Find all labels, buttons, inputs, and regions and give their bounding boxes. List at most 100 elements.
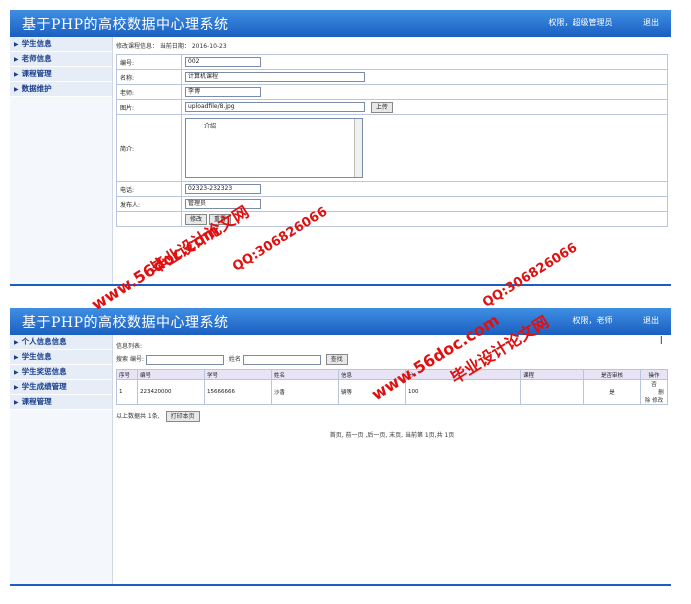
column-header: 姓名 [271,369,339,380]
search-id-input[interactable] [145,354,224,365]
teacher-field[interactable]: 李博 [185,87,261,97]
text-cursor: I [659,334,663,347]
sidebar-item-grades[interactable]: ▶ 学生成绩管理 [10,380,112,395]
sidebar-item-courses[interactable]: ▶ 课程管理 [10,67,112,82]
textarea-scrollbar[interactable] [354,119,362,177]
course-form: 编号: 002 名称: 计算机课程 老师: 李博 图片: uploadfile/… [116,54,668,227]
publisher-label: 发布人: [116,196,182,212]
logout-link[interactable]: 退出 [643,316,659,325]
intro-textarea[interactable]: 介绍 [185,118,363,178]
app-title: 基于PHP的高校数据中心理系统 [22,315,229,331]
column-header: 编号 [137,369,205,380]
pagination[interactable]: 首页, 前一页 ,后一页, 末页, 当前第 1页,共 1页 [116,430,668,439]
sidebar-item-label: 课程管理 [21,397,52,406]
search-bar: 搜索 编号: 姓名 查找 [116,354,671,365]
search-name-label: 姓名 [228,356,241,363]
print-button[interactable]: 打印本页 [165,411,200,422]
edit-link[interactable]: 修改 [652,398,663,404]
image-label: 图片: [116,99,182,115]
sidebar-item-students[interactable]: ▶ 学生信息 [10,350,112,365]
sidebar-item-label: 数据维护 [21,84,52,93]
table-cell: 是 [583,379,641,405]
main-content: 信息列表: 搜索 编号: 姓名 查找 序号 编号 学号 姓名 信息 分 课程 是… [116,335,671,586]
table-cell: 15666666 [204,379,272,405]
intro-text: 介绍 [204,123,217,130]
id-field[interactable]: 002 [185,57,261,67]
list-title: 信息列表: [116,343,143,350]
table-row: 1 223420000 15666666 沙香 辆等 100 是 否 删除 修改 [116,379,668,405]
bullet-icon: ▶ [14,339,19,346]
column-header: 信息 [338,369,406,380]
column-header: 是否审核 [583,369,641,380]
column-header: 操作 [640,369,668,380]
table-cell [520,379,584,405]
sidebar-item-teachers[interactable]: ▶ 老师信息 [10,52,112,67]
sidebar-item-personal[interactable]: ▶ 个人信息信息 [10,335,112,350]
sidebar: ▶ 学生信息 ▶ 老师信息 ▶ 课程管理 ▶ 数据维护 [10,37,113,286]
search-button[interactable]: 查找 [325,354,348,365]
role-text: 权限，老师 [572,316,613,325]
table-cell: 100 [405,379,521,405]
empty-cell [116,211,182,227]
bullet-icon: ▶ [14,384,19,391]
course-edit-window: 基于PHP的高校数据中心理系统 权限，超级管理员 退出 ▶ 学生信息 ▶ 老师信息 … [10,10,671,286]
bullet-icon: ▶ [14,369,19,376]
name-field[interactable]: 计算机课程 [185,72,365,82]
bottom-border [10,284,671,286]
bullet-icon: ▶ [14,56,19,63]
upload-button[interactable]: 上传 [370,101,393,113]
name-label: 名称: [116,69,182,85]
search-name-input[interactable] [242,354,321,365]
info-line: 修改课程信息： 当前日期： 2016-10-23 [116,43,227,50]
app-title: 基于PHP的高校数据中心理系统 [22,17,229,33]
review-status: 否 [651,382,657,388]
app-header: 基于PHP的高校数据中心理系统 权限，老师 退出 [10,308,671,335]
info-table: 序号 编号 学号 姓名 信息 分 课程 是否审核 操作 1 223420000 … [116,369,668,405]
sidebar-item-courses[interactable]: ▶ 课程管理 [10,395,112,410]
sidebar-item-label: 个人信息信息 [21,337,67,346]
sidebar-item-label: 学生成绩管理 [21,382,67,391]
column-header: 课程 [520,369,584,380]
intro-label: 简介: [116,114,182,182]
sidebar-item-label: 学生信息 [21,352,52,361]
column-header: 分 [405,369,521,380]
summary-text: 以上数据共 1条, [116,413,160,420]
sidebar-item-maintenance[interactable]: ▶ 数据维护 [10,82,112,97]
sidebar-item-label: 学生奖惩信息 [21,367,67,376]
submit-button[interactable]: 修改 [185,213,208,225]
search-id-label: 编号: [129,356,144,363]
phone-label: 电话: [116,181,182,197]
id-label: 编号: [116,54,182,70]
bullet-icon: ▶ [14,354,19,361]
header-right: 权限，老师 退出 [544,315,659,326]
app-header: 基于PHP的高校数据中心理系统 权限，超级管理员 退出 [10,10,671,37]
search-label: 搜索 [116,356,129,363]
phone-field[interactable]: 02323-232323 [185,184,261,194]
sidebar: ▶ 个人信息信息 ▶ 学生信息 ▶ 学生奖惩信息 ▶ 学生成绩管理 ▶ 课程管理 [10,335,113,586]
teacher-label: 老师: [116,84,182,100]
publisher-field[interactable]: 管理员 [185,199,261,209]
logout-link[interactable]: 退出 [643,18,659,27]
reset-button[interactable]: 重置 [208,213,231,225]
column-header: 序号 [116,369,138,380]
bottom-border [10,584,671,586]
main-content: 修改课程信息： 当前日期： 2016-10-23 编号: 002 名称: 计算机… [116,37,671,286]
bullet-icon: ▶ [14,86,19,93]
sidebar-item-rewards[interactable]: ▶ 学生奖惩信息 [10,365,112,380]
table-header-row: 序号 编号 学号 姓名 信息 分 课程 是否审核 操作 [116,369,668,380]
table-cell: 1 [116,379,138,405]
column-header: 学号 [204,369,272,380]
role-text: 权限，超级管理员 [548,18,613,27]
image-path-field[interactable]: uploadfile/8.jpg [185,102,365,112]
info-list-window: 基于PHP的高校数据中心理系统 权限，老师 退出 ▶ 个人信息信息 ▶ 学生信息 ▶… [10,308,671,586]
sidebar-item-label: 课程管理 [21,69,52,78]
table-cell: 223420000 [137,379,205,405]
header-right: 权限，超级管理员 退出 [520,17,659,28]
sidebar-item-label: 老师信息 [21,54,52,63]
bullet-icon: ▶ [14,41,19,48]
table-cell: 辆等 [338,379,406,405]
sidebar-item-label: 学生信息 [21,39,52,48]
sidebar-item-students[interactable]: ▶ 学生信息 [10,37,112,52]
summary-bar: 以上数据共 1条, 打印本页 [116,411,671,422]
bullet-icon: ▶ [14,399,19,406]
